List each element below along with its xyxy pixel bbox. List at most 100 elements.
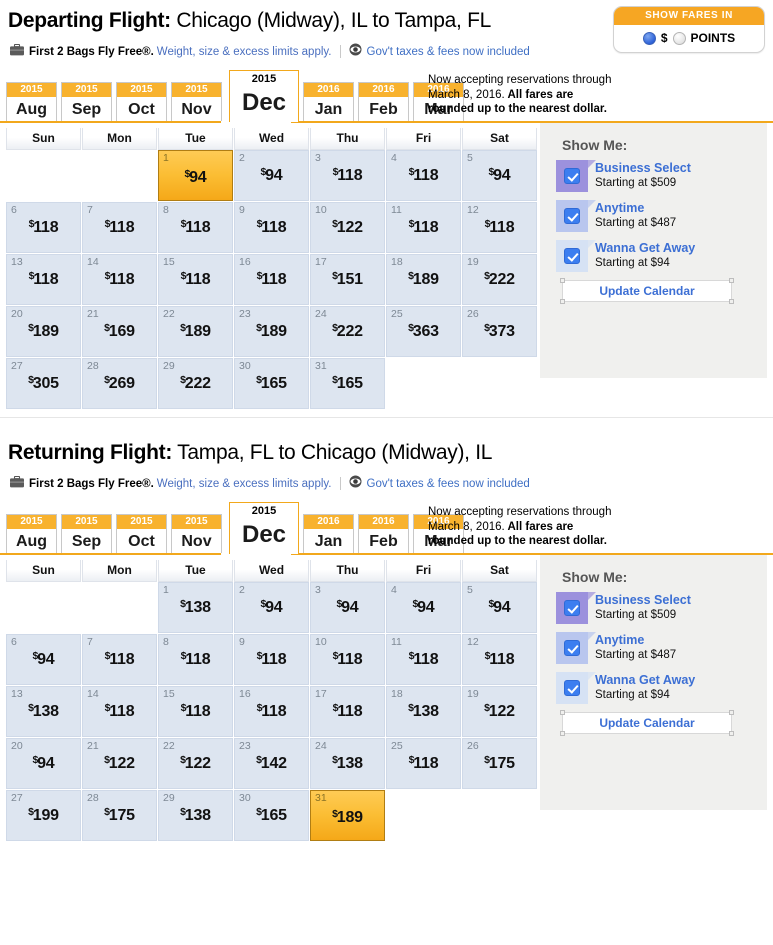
fares-dollar-label[interactable]: $: [661, 31, 668, 45]
month-tab-nov-2015[interactable]: 2015 Nov: [171, 82, 222, 122]
calendar-day-cell[interactable]: 7 $118: [82, 202, 157, 253]
calendar-day-cell[interactable]: 12 $118: [462, 202, 537, 253]
month-tab-nov-2015[interactable]: 2015 Nov: [171, 514, 222, 554]
fare-type-option-wanna-get-away[interactable]: Wanna Get Away Starting at $94: [556, 240, 753, 272]
calendar-day-cell[interactable]: 9 $118: [234, 634, 309, 685]
calendar-day-cell[interactable]: 30 $165: [234, 358, 309, 409]
calendar-day-cell[interactable]: 25 $363: [386, 306, 461, 357]
month-tab-feb-2016[interactable]: 2016 Feb: [358, 82, 409, 122]
calendar-day-cell[interactable]: 27 $305: [6, 358, 81, 409]
show-fares-in-widget[interactable]: SHOW FARES IN $ POINTS: [613, 6, 765, 53]
fares-points-label[interactable]: POINTS: [691, 31, 736, 45]
calendar-day-cell[interactable]: 9 $118: [234, 202, 309, 253]
month-tab-jan-2016[interactable]: 2016 Jan: [303, 82, 354, 122]
fare-type-checkbox[interactable]: [564, 208, 580, 224]
calendar-day-cell[interactable]: 31 $165: [310, 358, 385, 409]
calendar-day-cell[interactable]: 4 $94: [386, 582, 461, 633]
fare-type-checkbox[interactable]: [564, 680, 580, 696]
calendar-day-cell[interactable]: 14 $118: [82, 686, 157, 737]
calendar-day-cell[interactable]: 19 $222: [462, 254, 537, 305]
calendar-day-cell[interactable]: 27 $199: [6, 790, 81, 841]
fares-points-radio[interactable]: [672, 31, 686, 45]
calendar-day-cell[interactable]: 16 $118: [234, 254, 309, 305]
calendar-day-cell[interactable]: 6 $118: [6, 202, 81, 253]
taxes-fees-link[interactable]: Gov't taxes & fees now included: [367, 477, 530, 491]
fare-type-option-business-select[interactable]: Business Select Starting at $509: [556, 160, 753, 192]
calendar-day-cell[interactable]: 25 $118: [386, 738, 461, 789]
fare-type-option-anytime[interactable]: Anytime Starting at $487: [556, 200, 753, 232]
calendar-day-cell[interactable]: 21 $122: [82, 738, 157, 789]
fare-type-name[interactable]: Wanna Get Away: [595, 241, 695, 256]
month-tab-aug-2015[interactable]: 2015 Aug: [6, 82, 57, 122]
calendar-day-cell[interactable]: 18 $189: [386, 254, 461, 305]
calendar-day-cell[interactable]: 20 $189: [6, 306, 81, 357]
taxes-fees-link[interactable]: Gov't taxes & fees now included: [367, 45, 530, 59]
calendar-day-cell[interactable]: 18 $138: [386, 686, 461, 737]
month-tab-feb-2016[interactable]: 2016 Feb: [358, 514, 409, 554]
calendar-day-cell[interactable]: 30 $165: [234, 790, 309, 841]
calendar-day-cell[interactable]: 14 $118: [82, 254, 157, 305]
calendar-day-cell[interactable]: 22 $122: [158, 738, 233, 789]
calendar-day-cell[interactable]: 26 $373: [462, 306, 537, 357]
fare-type-option-wanna-get-away[interactable]: Wanna Get Away Starting at $94: [556, 672, 753, 704]
calendar-day-cell[interactable]: 26 $175: [462, 738, 537, 789]
month-tab-jan-2016[interactable]: 2016 Jan: [303, 514, 354, 554]
month-tab-sep-2015[interactable]: 2015 Sep: [61, 82, 112, 122]
fare-type-name[interactable]: Anytime: [595, 633, 676, 648]
calendar-day-cell[interactable]: 3 $94: [310, 582, 385, 633]
fare-type-name[interactable]: Anytime: [595, 201, 676, 216]
calendar-day-cell[interactable]: 19 $122: [462, 686, 537, 737]
fare-type-checkbox[interactable]: [564, 640, 580, 656]
fare-type-name[interactable]: Wanna Get Away: [595, 673, 695, 688]
fare-type-checkbox[interactable]: [564, 168, 580, 184]
calendar-day-cell[interactable]: 17 $151: [310, 254, 385, 305]
month-tab-oct-2015[interactable]: 2015 Oct: [116, 514, 167, 554]
fare-type-checkbox[interactable]: [564, 600, 580, 616]
calendar-day-cell[interactable]: 5 $94: [462, 582, 537, 633]
calendar-day-cell[interactable]: 10 $118: [310, 634, 385, 685]
calendar-day-cell[interactable]: 29 $138: [158, 790, 233, 841]
fare-type-checkbox[interactable]: [564, 248, 580, 264]
returning-update-calendar-button[interactable]: Update Calendar: [560, 710, 734, 736]
departing-update-calendar-button[interactable]: Update Calendar: [560, 278, 734, 304]
calendar-day-cell[interactable]: 13 $118: [6, 254, 81, 305]
calendar-day-cell[interactable]: 11 $118: [386, 202, 461, 253]
calendar-day-cell[interactable]: 20 $94: [6, 738, 81, 789]
calendar-day-cell[interactable]: 17 $118: [310, 686, 385, 737]
calendar-day-cell[interactable]: 24 $138: [310, 738, 385, 789]
fare-type-option-business-select[interactable]: Business Select Starting at $509: [556, 592, 753, 624]
fares-dollar-radio[interactable]: [642, 31, 656, 45]
calendar-day-cell[interactable]: 29 $222: [158, 358, 233, 409]
month-tab-sep-2015[interactable]: 2015 Sep: [61, 514, 112, 554]
calendar-day-cell[interactable]: 6 $94: [6, 634, 81, 685]
calendar-day-cell[interactable]: 28 $269: [82, 358, 157, 409]
calendar-day-cell[interactable]: 11 $118: [386, 634, 461, 685]
calendar-day-cell[interactable]: 21 $169: [82, 306, 157, 357]
calendar-day-cell[interactable]: 2 $94: [234, 150, 309, 201]
calendar-day-cell[interactable]: 3 $118: [310, 150, 385, 201]
calendar-day-cell[interactable]: 13 $138: [6, 686, 81, 737]
calendar-day-cell[interactable]: 15 $118: [158, 254, 233, 305]
calendar-day-cell[interactable]: 7 $118: [82, 634, 157, 685]
calendar-day-cell[interactable]: 4 $118: [386, 150, 461, 201]
calendar-day-cell[interactable]: 10 $122: [310, 202, 385, 253]
calendar-day-cell[interactable]: 8 $118: [158, 634, 233, 685]
calendar-day-cell[interactable]: 2 $94: [234, 582, 309, 633]
calendar-day-cell[interactable]: 28 $175: [82, 790, 157, 841]
month-tab-aug-2015[interactable]: 2015 Aug: [6, 514, 57, 554]
calendar-day-cell[interactable]: 23 $142: [234, 738, 309, 789]
calendar-day-cell[interactable]: 8 $118: [158, 202, 233, 253]
calendar-day-cell[interactable]: 5 $94: [462, 150, 537, 201]
calendar-day-cell[interactable]: 15 $118: [158, 686, 233, 737]
calendar-day-cell[interactable]: 22 $189: [158, 306, 233, 357]
calendar-day-cell[interactable]: 16 $118: [234, 686, 309, 737]
calendar-day-cell-selected[interactable]: 1 $94: [158, 150, 233, 201]
fare-type-name[interactable]: Business Select: [595, 593, 691, 608]
calendar-day-cell[interactable]: 24 $222: [310, 306, 385, 357]
fare-type-name[interactable]: Business Select: [595, 161, 691, 176]
fare-type-option-anytime[interactable]: Anytime Starting at $487: [556, 632, 753, 664]
month-tab-dec-2015-active[interactable]: 2015 Dec: [229, 70, 299, 122]
calendar-day-cell-selected[interactable]: 31 $189: [310, 790, 385, 841]
calendar-day-cell[interactable]: 23 $189: [234, 306, 309, 357]
calendar-day-cell[interactable]: 1 $138: [158, 582, 233, 633]
